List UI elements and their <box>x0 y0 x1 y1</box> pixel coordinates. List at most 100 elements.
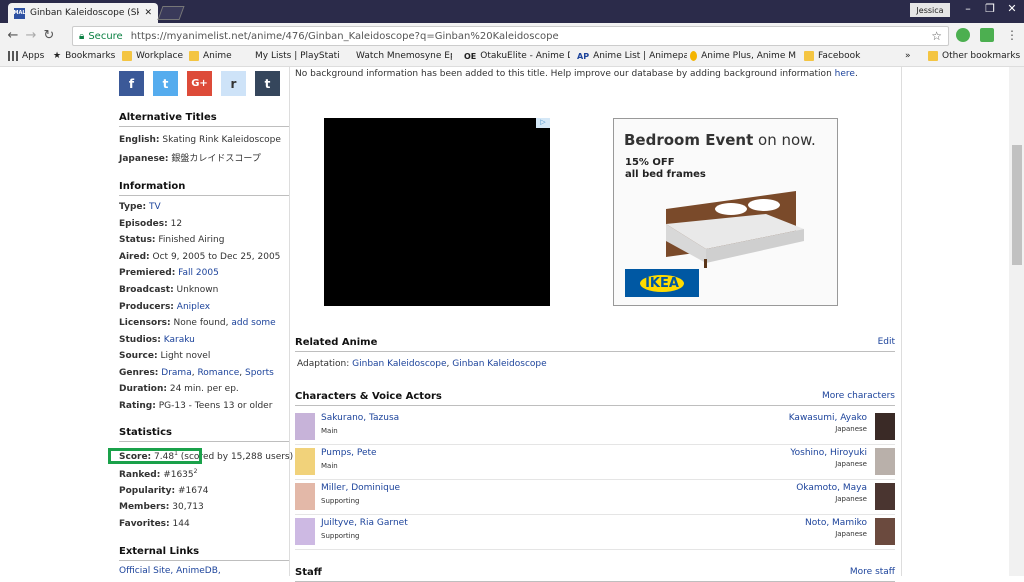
studio-link[interactable]: Karaku <box>164 335 195 345</box>
voice-actor-link[interactable]: Noto, Mamiko <box>805 518 867 528</box>
bookmark-anime[interactable]: Anime <box>189 51 232 61</box>
ikea-ad[interactable]: Bedroom Event on now. 15% OFF all bed fra… <box>613 118 838 306</box>
add-licensor-link[interactable]: add some <box>231 318 275 328</box>
browser-tab[interactable]: MAL Ginban Kaleidoscope (Sk ✕ <box>8 3 158 23</box>
character-row: Sakurano, Tazusa Main Kawasumi, Ayako Ja… <box>295 410 895 445</box>
ad-offer: 15% OFF all bed frames <box>625 157 706 180</box>
official-site-link[interactable]: Official Site, <box>119 566 173 576</box>
url-text[interactable]: https://myanimelist.net/anime/476/Ginban… <box>131 31 559 42</box>
tumblr-icon[interactable]: t <box>255 71 280 96</box>
back-icon[interactable]: ← <box>4 28 22 43</box>
reload-icon[interactable]: ↻ <box>40 28 58 43</box>
adchoices-icon[interactable]: ▷ <box>536 118 550 128</box>
oe-icon: OE <box>464 51 477 61</box>
scrollbar[interactable] <box>1009 67 1024 576</box>
voice-actor-thumbnail[interactable] <box>875 483 895 510</box>
english-title: English: Skating Rink Kaleidoscope <box>119 135 281 145</box>
info-aired: Aired: Oct 9, 2005 to Dec 25, 2005 <box>119 252 281 262</box>
voice-actor-link[interactable]: Yoshino, Hiroyuki <box>790 448 867 458</box>
bookmark-bookmarks[interactable]: ★ Bookmarks <box>53 51 115 61</box>
more-characters-link[interactable]: More characters <box>822 391 895 401</box>
adaptation-row: Adaptation: Ginban Kaleidoscope, Ginban … <box>297 359 547 369</box>
premiered-link[interactable]: Fall 2005 <box>178 268 219 278</box>
favorites-highlight-box <box>108 448 202 464</box>
extension-icon-2[interactable] <box>980 28 994 42</box>
genre-link[interactable]: Romance <box>197 368 239 378</box>
voice-actor-thumbnail[interactable] <box>875 518 895 545</box>
extension-icon[interactable] <box>956 28 970 42</box>
character-name-link[interactable]: Sakurano, Tazusa <box>321 413 399 423</box>
bookmark-workplace[interactable]: Workplace <box>122 51 183 61</box>
voice-actor-thumbnail[interactable] <box>875 448 895 475</box>
character-thumbnail[interactable] <box>295 413 315 440</box>
info-studios: Studios: Karaku <box>119 335 195 345</box>
voice-actor-language: Japanese <box>835 495 867 503</box>
character-thumbnail[interactable] <box>295 518 315 545</box>
menu-icon[interactable]: ⋮ <box>1006 28 1018 42</box>
bookmark-animeplus[interactable]: Anime Plus, Anime M <box>690 51 796 61</box>
animedb-link[interactable]: AnimeDB, <box>176 566 221 576</box>
folder-icon <box>189 51 199 61</box>
info-type: Type: TV <box>119 202 161 212</box>
statistics-heading: Statistics <box>119 427 289 442</box>
voice-actor-link[interactable]: Okamoto, Maya <box>796 483 867 493</box>
bookmark-mnemosyne[interactable]: Watch Mnemosyne Ep <box>352 51 452 61</box>
background-here-link[interactable]: here <box>835 69 855 79</box>
bookmark-animepal[interactable]: AP Anime List | Animepal <box>577 51 687 61</box>
info-premiered: Premiered: Fall 2005 <box>119 268 219 278</box>
character-role: Main <box>321 427 338 435</box>
character-row: Miller, Dominique Supporting Okamoto, Ma… <box>295 480 895 515</box>
video-ad[interactable]: ▷ <box>324 118 550 306</box>
character-name-link[interactable]: Pumps, Pete <box>321 448 377 458</box>
info-producers: Producers: Aniplex <box>119 302 211 312</box>
info-licensors: Licensors: None found, add some <box>119 318 276 328</box>
characters-heading: Characters & Voice Actors More characters <box>295 391 895 406</box>
type-link[interactable]: TV <box>149 202 161 212</box>
bookmark-playstation[interactable]: My Lists | PlayStation <box>255 51 339 61</box>
lock-icon: 🔒︎ <box>79 30 85 42</box>
ap-icon: AP <box>577 51 590 61</box>
new-tab-button[interactable] <box>157 6 185 20</box>
address-bar[interactable]: 🔒︎ Secure https://myanimelist.net/anime/… <box>72 26 949 46</box>
scrollbar-thumb[interactable] <box>1012 145 1022 265</box>
bookmark-star-icon[interactable]: ☆ <box>931 29 942 43</box>
ikea-logo: IKEA <box>625 269 699 297</box>
google-plus-icon[interactable]: G+ <box>187 71 212 96</box>
producer-link[interactable]: Aniplex <box>177 302 210 312</box>
reddit-icon[interactable]: r <box>221 71 246 96</box>
twitter-icon[interactable]: t <box>153 71 178 96</box>
browser-toolbar: ← → ↻ 🔒︎ Secure https://myanimelist.net/… <box>0 23 1024 48</box>
close-window-icon[interactable]: ✕ <box>1002 2 1022 15</box>
other-bookmarks[interactable]: Other bookmarks <box>928 51 1020 61</box>
bookmark-facebook[interactable]: Facebook <box>804 51 860 61</box>
character-role: Main <box>321 462 338 470</box>
staff-heading: Staff More staff <box>295 567 895 582</box>
character-name-link[interactable]: Miller, Dominique <box>321 483 400 493</box>
secure-label: Secure <box>88 30 123 42</box>
character-thumbnail[interactable] <box>295 483 315 510</box>
character-row: Juiltyve, Ria Garnet Supporting Noto, Ma… <box>295 515 895 550</box>
japanese-title: Japanese: 銀盤カレイドスコープ <box>119 154 261 164</box>
info-duration: Duration: 24 min. per ep. <box>119 384 239 394</box>
genre-link[interactable]: Sports <box>245 368 274 378</box>
character-name-link[interactable]: Juiltyve, Ria Garnet <box>321 518 408 528</box>
adaptation-link[interactable]: Ginban Kaleidoscope <box>352 359 446 369</box>
character-thumbnail[interactable] <box>295 448 315 475</box>
genre-link[interactable]: Drama <box>161 368 191 378</box>
related-anime-heading: Related Anime Edit <box>295 337 895 352</box>
adaptation-link[interactable]: Ginban Kaleidoscope <box>452 359 546 369</box>
maximize-icon[interactable]: ❐ <box>980 2 1000 15</box>
bookmark-otakuelite[interactable]: OE OtakuElite - Anime D <box>464 51 570 61</box>
edit-related-link[interactable]: Edit <box>878 337 895 347</box>
voice-actor-thumbnail[interactable] <box>875 413 895 440</box>
title-bar: MAL Ginban Kaleidoscope (Sk ✕ Jessica – … <box>0 0 1024 23</box>
forward-icon[interactable]: → <box>22 28 40 43</box>
voice-actor-link[interactable]: Kawasumi, Ayako <box>789 413 867 423</box>
facebook-icon[interactable]: f <box>119 71 144 96</box>
profile-button[interactable]: Jessica <box>910 3 950 17</box>
close-tab-icon[interactable]: ✕ <box>144 8 152 18</box>
info-broadcast: Broadcast: Unknown <box>119 285 219 295</box>
minimize-icon[interactable]: – <box>958 2 978 15</box>
bookmark-apps[interactable]: Apps <box>8 51 44 61</box>
bookmarks-overflow-icon[interactable]: » <box>905 51 911 61</box>
